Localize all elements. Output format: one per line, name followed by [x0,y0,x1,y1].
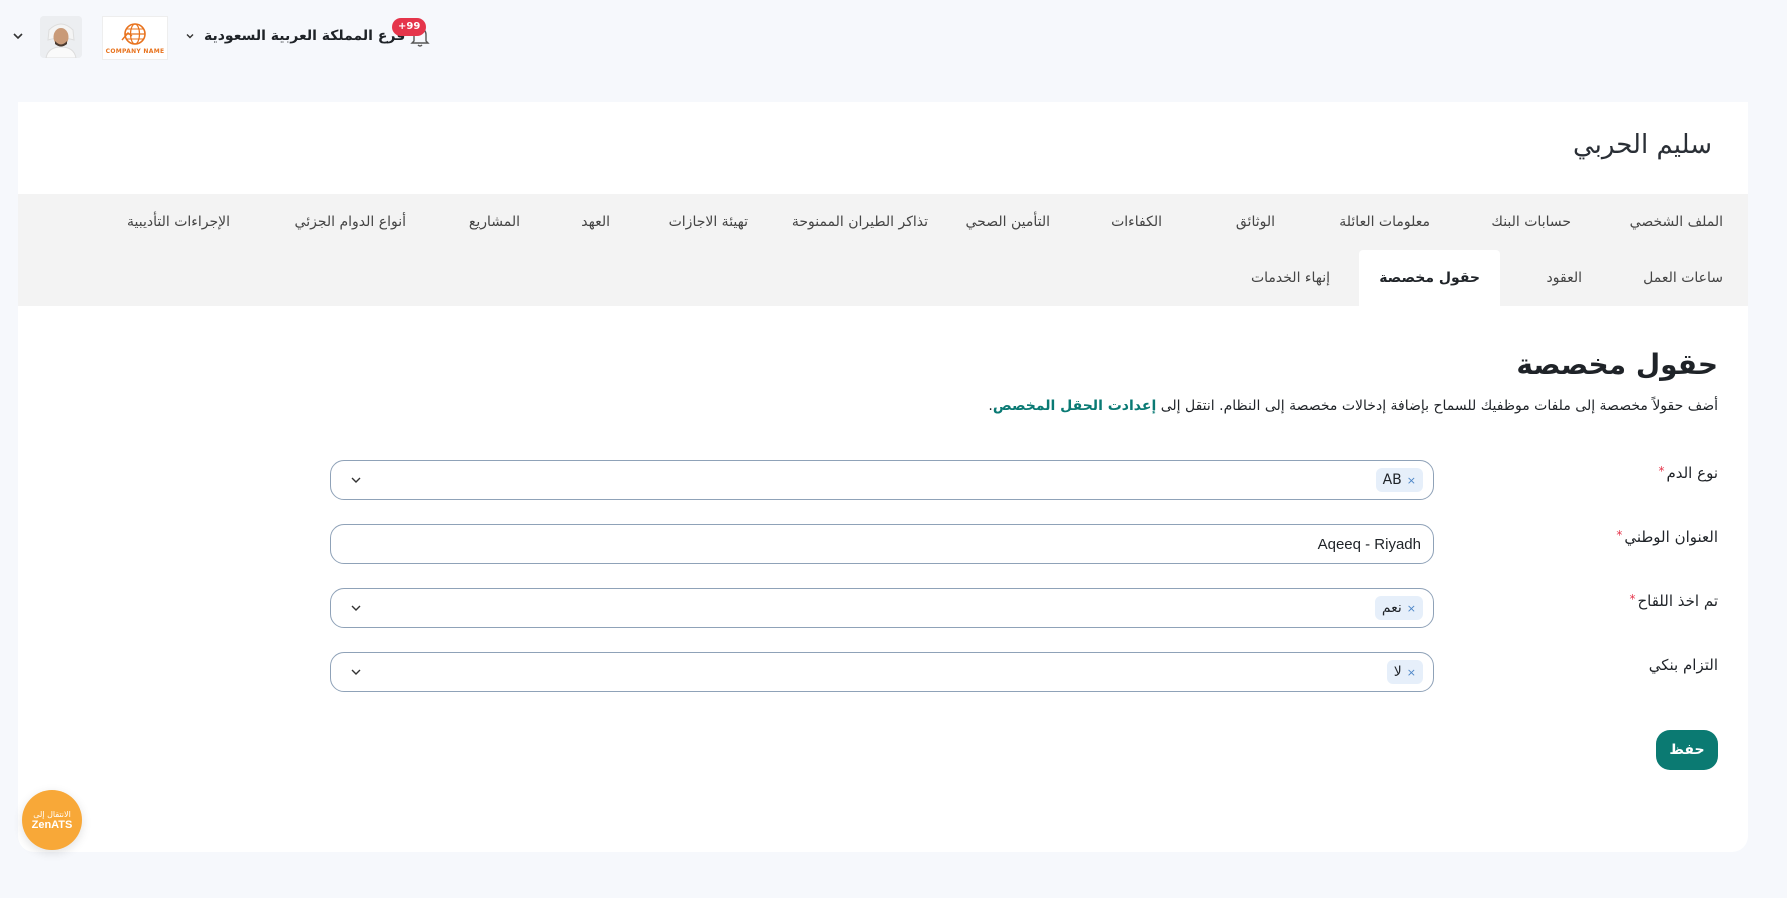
required-marker: * [1658,464,1665,478]
selected-tag-label: لا [1393,664,1402,680]
save-button[interactable]: حفظ [1656,730,1718,770]
zenats-caption: الانتقال إلى [33,809,71,819]
selected-tag-label: AB [1382,472,1402,488]
section-description: أضف حقولاً مخصصة إلى ملفات موظفيك للسماح… [988,398,1718,414]
description-text: أضف حقولاً مخصصة إلى ملفات موظفيك للسماح… [1160,398,1718,414]
chevron-down-icon[interactable] [349,665,363,679]
profile-tabs: الملف الشخصي حسابات البنك معلومات العائل… [18,194,1748,306]
tab-end-of-service[interactable]: إنهاء الخدمات [1251,250,1330,306]
tab-leave-setup[interactable]: تهيئة الاجازات [669,194,748,250]
chevron-down-icon[interactable] [10,28,26,44]
tab-documents[interactable]: الوثائق [1236,194,1275,250]
bank-commitment-label: التزام بنكي [1649,656,1718,674]
custom-field-settings-link[interactable]: إعدادت الحقل المخصص [993,398,1156,414]
blood-type-select[interactable]: AB × [330,460,1434,500]
custom-fields-panel: حقول مخصصة أضف حقولاً مخصصة إلى ملفات مو… [18,306,1748,852]
selected-tag: نعم × [1374,596,1423,620]
selected-tag: لا × [1386,660,1423,684]
tab-row: ساعات العمل العقود حقول مخصصة إنهاء الخد… [18,250,1748,306]
tab-part-time-types[interactable]: أنواع الدوام الجزئي [295,194,406,250]
vaccinated-label: تم اخذ اللقاح* [1629,592,1718,610]
national-address-label: العنوان الوطني* [1616,528,1718,546]
notification-badge: +99 [392,18,427,36]
vaccinated-label-text: تم اخذ اللقاح [1637,592,1718,610]
bank-commitment-select[interactable]: لا × [330,652,1434,692]
section-title: حقول مخصصة [1516,348,1718,381]
zenats-label: ZenATS [31,818,73,831]
tab-working-hours[interactable]: ساعات العمل [1643,250,1723,306]
tab-custom-fields[interactable]: حقول مخصصة [1359,250,1500,306]
chevron-down-icon[interactable] [349,601,363,615]
employee-name: سليم الحربي [1573,130,1712,160]
tab-projects[interactable]: المشاريع [469,194,520,250]
globe-icon [121,23,146,45]
notifications-button[interactable]: +99 [392,16,436,58]
tab-health-insurance[interactable]: التأمين الصحي [966,194,1050,250]
tab-bank-accounts[interactable]: حسابات البنك [1491,194,1571,250]
blood-type-label-text: نوع الدم [1666,464,1718,482]
tab-row: الملف الشخصي حسابات البنك معلومات العائل… [18,194,1748,250]
bank-commitment-label-text: التزام بنكي [1648,656,1718,674]
profile-header: سليم الحربي [18,102,1748,194]
vaccinated-select[interactable]: نعم × [330,588,1434,628]
chevron-down-icon[interactable] [349,473,363,487]
tab-disciplinary-actions[interactable]: الإجراءات التأديبية [127,194,230,250]
tab-family-info[interactable]: معلومات العائلة [1339,194,1430,250]
required-marker: * [1616,528,1623,542]
national-address-label-text: العنوان الوطني [1624,528,1718,546]
top-bar: COMPANY NAME فرع المملكة العربية السعودي… [0,14,1787,62]
remove-tag-icon[interactable]: × [1407,666,1416,679]
selected-tag: AB × [1375,468,1423,492]
branch-selector[interactable]: فرع المملكة العربية السعودية [184,28,405,44]
company-logo-text: COMPANY NAME [105,48,165,55]
national-address-input[interactable] [331,525,1433,563]
tab-competencies[interactable]: الكفاءات [1111,194,1162,250]
required-marker: * [1629,592,1636,606]
remove-tag-icon[interactable]: × [1407,474,1416,487]
selected-tag-label: نعم [1381,600,1402,616]
remove-tag-icon[interactable]: × [1407,602,1416,615]
chevron-down-icon [186,34,194,39]
avatar[interactable] [40,16,82,58]
tab-personal-profile[interactable]: الملف الشخصي [1630,194,1723,250]
user-avatar-icon [40,16,82,58]
zenats-switch-button[interactable]: الانتقال إلى ZenATS [22,790,82,850]
tab-contracts[interactable]: العقود [1547,250,1582,306]
tab-custody[interactable]: العهد [581,194,610,250]
tab-flight-tickets[interactable]: تذاكر الطيران الممنوحة [792,194,928,250]
branch-name: فرع المملكة العربية السعودية [204,28,406,44]
national-address-field[interactable] [330,524,1434,564]
blood-type-label: نوع الدم* [1658,464,1718,482]
company-logo[interactable]: COMPANY NAME [102,16,168,60]
